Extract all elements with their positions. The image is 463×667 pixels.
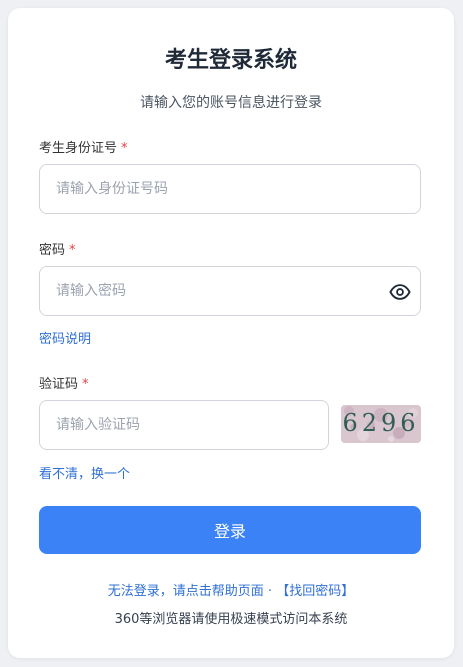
captcha-refresh-link[interactable]: 看不清，换一个 [39, 463, 130, 482]
required-mark: * [121, 141, 128, 156]
eye-icon[interactable] [389, 281, 411, 303]
captcha-label-text: 验证码 [39, 377, 79, 392]
find-password-link[interactable]: 【找回密码】 [276, 584, 354, 599]
page-title: 考生登录系统 [164, 48, 297, 73]
captcha-code: 6296 [342, 409, 420, 437]
required-mark: * [69, 243, 76, 258]
help-separator: · [263, 584, 277, 599]
id-number-input[interactable] [39, 164, 421, 214]
help-page-link[interactable]: 无法登录，请点击帮助页面 [108, 584, 264, 599]
login-button[interactable]: 登录 [39, 506, 421, 554]
id-number-label: 考生身份证号 * [39, 137, 128, 156]
password-help-link[interactable]: 密码说明 [39, 328, 91, 347]
password-label-text: 密码 [39, 243, 66, 258]
password-label: 密码 * [39, 239, 76, 258]
id-number-label-text: 考生身份证号 [39, 141, 118, 156]
password-input[interactable] [39, 266, 421, 316]
captcha-input[interactable] [39, 400, 329, 450]
login-card: 考生登录系统 请输入您的账号信息进行登录 考生身份证号* 密码* 密码说明 验证… [8, 8, 454, 658]
browser-note: 360等浏览器请使用极速模式访问本系统 [114, 612, 348, 627]
page-subtitle: 请输入您的账号信息进行登录 [140, 95, 322, 111]
help-line: 无法登录，请点击帮助页面 · 【找回密码】 [8, 580, 454, 599]
captcha-label: 验证码 * [39, 373, 89, 392]
required-mark: * [82, 377, 89, 392]
captcha-image[interactable]: 6296 [341, 405, 421, 443]
